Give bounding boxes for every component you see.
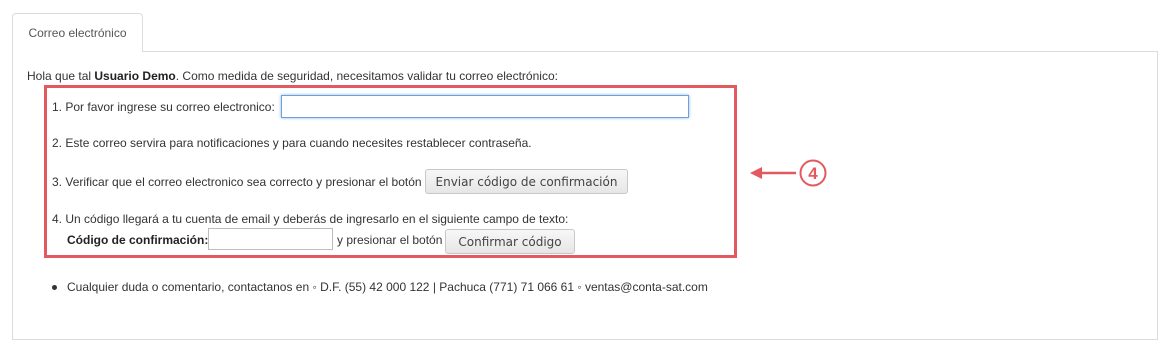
annotation-arrow-icon: 4 [750,159,827,187]
contact-list-item: Cualquier duda o comentario, contactanos… [52,280,708,294]
step-4-text: Un código llegará a tu cuenta de email y… [65,212,569,226]
intro-prefix: Hola que tal [27,69,95,83]
send-confirmation-code-button[interactable]: Enviar código de confirmación [425,169,628,194]
tab-correo-electronico[interactable]: Correo electrónico [12,13,143,52]
step-1-text: Por favor ingrese su correo electronico: [65,100,275,114]
email-input[interactable] [281,95,689,118]
step-4-number: 4. [52,212,63,226]
confirmation-code-label: Código de confirmación: [67,233,209,247]
step-3: 3. Verificar que el correo electronico s… [52,175,422,189]
confirm-code-button[interactable]: Confirmar código [445,229,575,254]
code-after-text: y presionar el botón [337,233,443,247]
confirm-code-label: Confirmar código [458,234,562,249]
intro-suffix: . Como medida de seguridad, necesitamos … [175,69,558,83]
step-4: 4. Un código llegará a tu cuenta de emai… [52,212,568,226]
step-3-number: 3. [52,175,63,189]
step-1: 1. Por favor ingrese su correo electroni… [52,100,275,114]
contact-text: Cualquier duda o comentario, contactanos… [67,280,708,294]
step-2-text: Este correo servira para notificaciones … [65,136,532,150]
bullet-icon [52,285,57,291]
step-2-number: 2. [52,136,63,150]
step-3-text: Verificar que el correo electronico sea … [65,175,422,189]
intro-text: Hola que tal Usuario Demo. Como medida d… [27,69,558,83]
step-1-number: 1. [52,100,63,114]
annotation-number: 4 [808,164,818,183]
tab-label: Correo electrónico [28,26,127,40]
user-name: Usuario Demo [94,69,176,83]
step-2: 2. Este correo servira para notificacion… [52,136,532,150]
send-confirmation-code-label: Enviar código de confirmación [435,174,618,189]
confirmation-code-input[interactable] [208,228,333,250]
